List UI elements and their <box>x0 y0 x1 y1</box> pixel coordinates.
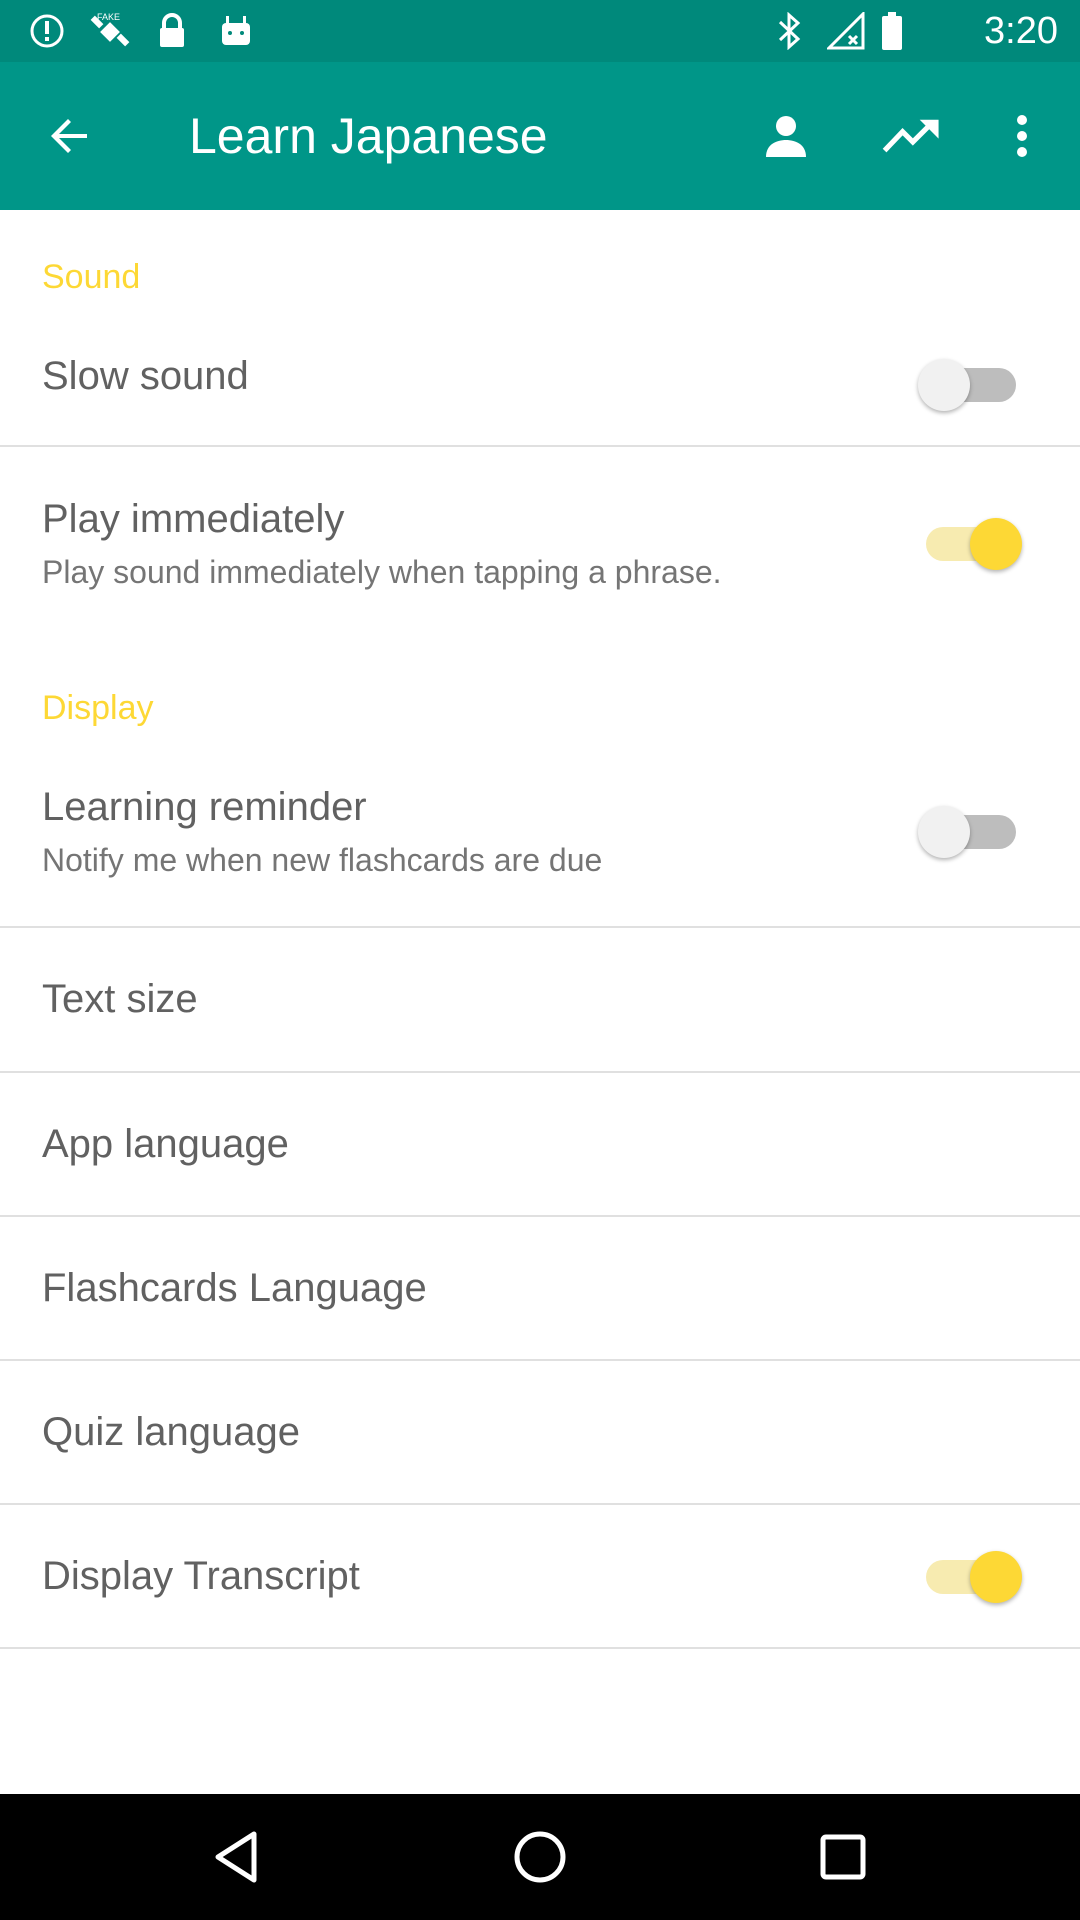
person-icon[interactable] <box>756 106 816 166</box>
switch-thumb <box>918 806 970 858</box>
setting-summary: Notify me when new flashcards are due <box>42 842 603 878</box>
divider <box>0 1647 1080 1649</box>
setting-summary: Play sound immediately when tapping a ph… <box>42 554 722 590</box>
setting-text-size[interactable]: Text size <box>0 928 1080 1071</box>
setting-slow-sound[interactable]: Slow sound <box>0 322 1080 446</box>
app-bar: Learn Japanese <box>0 62 1080 210</box>
fake-gps-icon: FAKE <box>88 12 132 50</box>
setting-display-transcript[interactable]: Display Transcript <box>0 1505 1080 1647</box>
switch-thumb <box>970 518 1022 570</box>
setting-quiz-language[interactable]: Quiz language <box>0 1361 1080 1503</box>
setting-title: Display Transcript <box>42 1554 360 1598</box>
home-circle-icon[interactable] <box>505 1822 575 1892</box>
section-header-sound: Sound <box>42 258 141 296</box>
setting-title: Quiz language <box>42 1410 300 1454</box>
battery-icon <box>880 12 904 50</box>
setting-title: Play immediately <box>42 497 345 541</box>
alert-icon <box>28 12 66 50</box>
status-bar: FAKE 3:20 <box>0 0 1080 62</box>
back-triangle-icon[interactable] <box>201 1822 271 1892</box>
setting-title: Text size <box>42 977 198 1021</box>
setting-play-immediately[interactable]: Play immediately Play sound immediately … <box>0 447 1080 627</box>
android-icon <box>218 12 254 50</box>
switch-thumb <box>918 359 970 411</box>
lock-icon <box>156 12 188 50</box>
bluetooth-icon <box>776 12 804 50</box>
setting-title: App language <box>42 1122 289 1166</box>
play-immediately-switch[interactable] <box>918 513 1030 573</box>
navigation-bar <box>0 1794 1080 1920</box>
learning-reminder-switch[interactable] <box>918 801 1030 861</box>
more-vert-icon[interactable] <box>992 106 1052 166</box>
section-header-display: Display <box>42 689 154 727</box>
setting-title: Flashcards Language <box>42 1266 427 1310</box>
switch-thumb <box>970 1551 1022 1603</box>
page-title: Learn Japanese <box>189 108 548 164</box>
no-signal-icon <box>826 12 866 50</box>
setting-flashcards-language[interactable]: Flashcards Language <box>0 1217 1080 1359</box>
trending-up-icon[interactable] <box>882 106 942 166</box>
status-time: 3:20 <box>984 10 1058 52</box>
setting-title: Learning reminder <box>42 785 367 829</box>
setting-title: Slow sound <box>42 354 249 398</box>
svg-text:FAKE: FAKE <box>97 12 120 22</box>
setting-learning-reminder[interactable]: Learning reminder Notify me when new fla… <box>0 755 1080 927</box>
back-arrow-icon[interactable] <box>40 106 100 166</box>
display-transcript-switch[interactable] <box>918 1546 1030 1606</box>
setting-app-language[interactable]: App language <box>0 1073 1080 1215</box>
recents-square-icon[interactable] <box>808 1822 878 1892</box>
slow-sound-switch[interactable] <box>918 354 1030 414</box>
